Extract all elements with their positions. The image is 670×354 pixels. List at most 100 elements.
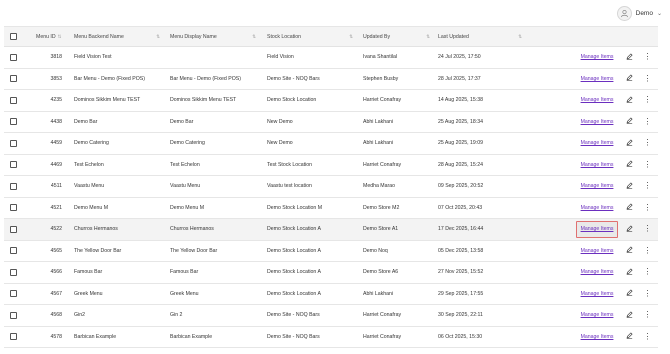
header-backend-name[interactable]: Menu Backend Name ⇅ (74, 27, 160, 46)
menu-id: 4235 (50, 97, 62, 104)
pencil-icon (626, 289, 633, 298)
more-options-button[interactable]: ⋮ (642, 47, 652, 68)
manage-items-link[interactable]: Manage Items (581, 140, 614, 146)
top-bar: Demo ⌄ (0, 0, 670, 26)
edit-button[interactable] (624, 284, 634, 305)
row-checkbox[interactable] (10, 75, 17, 83)
row-checkbox[interactable] (10, 311, 17, 319)
manage-items-link[interactable]: Manage Items (581, 97, 614, 103)
sort-icon: ⇅ (426, 33, 430, 39)
more-options-button[interactable]: ⋮ (642, 305, 652, 326)
edit-button[interactable] (624, 133, 634, 154)
more-options-button[interactable]: ⋮ (642, 133, 652, 154)
stock-location: Demo Stock Location M (267, 204, 323, 211)
menu-backend-name: Churros Hermanos (74, 226, 118, 233)
more-options-button[interactable]: ⋮ (642, 284, 652, 305)
user-menu[interactable]: Demo ⌄ (616, 5, 662, 21)
manage-items-cell: Manage Items (574, 327, 620, 348)
more-options-button[interactable]: ⋮ (642, 155, 652, 176)
last-updated: 14 Aug 2025, 15:38 (438, 97, 483, 104)
manage-items-link[interactable]: Manage Items (581, 248, 614, 254)
row-checkbox[interactable] (10, 290, 17, 298)
menu-display-name: Churros Hermanos (170, 226, 214, 233)
row-checkbox[interactable] (10, 268, 17, 276)
stock-location: Demo Site - NOQ Bars (267, 312, 320, 319)
menu-backend-name: Gin2 (74, 312, 85, 319)
last-updated: 17 Dec 2025, 16:44 (438, 226, 484, 233)
row-checkbox[interactable] (10, 225, 17, 233)
more-options-button[interactable]: ⋮ (642, 90, 652, 111)
manage-items-link[interactable]: Manage Items (581, 291, 614, 297)
row-checkbox[interactable] (10, 247, 17, 255)
updated-by: Medha Marao (363, 183, 396, 190)
manage-items-link[interactable]: Manage Items (581, 76, 614, 82)
header-updated-by[interactable]: Updated By ⇅ (363, 27, 430, 46)
manage-items-link[interactable]: Manage Items (581, 312, 614, 318)
more-options-button[interactable]: ⋮ (642, 219, 652, 240)
more-options-button[interactable]: ⋮ (642, 112, 652, 133)
manage-items-link[interactable]: Manage Items (581, 205, 614, 211)
manage-items-link[interactable]: Manage Items (581, 226, 614, 232)
menu-id: 4565 (50, 247, 62, 254)
menu-id: 4578 (50, 333, 62, 340)
edit-button[interactable] (624, 241, 634, 262)
stock-location: Demo Stock Location A (267, 269, 321, 276)
edit-button[interactable] (624, 112, 634, 133)
row-checkbox[interactable] (10, 139, 17, 147)
row-checkbox[interactable] (10, 161, 17, 169)
manage-items-link[interactable]: Manage Items (581, 334, 614, 340)
edit-button[interactable] (624, 155, 634, 176)
manage-items-cell: Manage Items (574, 112, 620, 133)
manage-items-link[interactable]: Manage Items (581, 269, 614, 275)
more-vertical-icon: ⋮ (643, 181, 652, 191)
more-vertical-icon: ⋮ (643, 52, 652, 62)
updated-by: Stephen Busby (363, 75, 399, 82)
row-select-cell (10, 241, 20, 262)
select-all-checkbox[interactable] (10, 33, 17, 40)
row-checkbox[interactable] (10, 333, 17, 341)
menu-backend-name: Demo Catering (74, 140, 109, 147)
stock-location: New Demo (267, 140, 293, 147)
edit-button[interactable] (624, 176, 634, 197)
last-updated: 06 Oct 2025, 15:30 (438, 333, 483, 340)
pencil-icon (626, 53, 633, 62)
edit-button[interactable] (624, 47, 634, 68)
menu-display-name: Demo Menu M (170, 204, 205, 211)
row-checkbox[interactable] (10, 182, 17, 190)
more-options-button[interactable]: ⋮ (642, 198, 652, 219)
more-options-button[interactable]: ⋮ (642, 176, 652, 197)
row-select-cell (10, 219, 20, 240)
manage-items-link[interactable]: Manage Items (581, 119, 614, 125)
menu-id: 3818 (50, 54, 62, 61)
manage-items-link[interactable]: Manage Items (581, 183, 614, 189)
manage-items-cell: Manage Items (574, 219, 620, 240)
menu-backend-name: Famous Bar (74, 269, 103, 276)
row-checkbox[interactable] (10, 204, 17, 212)
stock-location: Demo Stock Location (267, 97, 317, 104)
row-checkbox[interactable] (10, 53, 17, 61)
edit-button[interactable] (624, 305, 634, 326)
more-options-button[interactable]: ⋮ (642, 241, 652, 262)
more-options-button[interactable]: ⋮ (642, 262, 652, 283)
header-last-updated[interactable]: Last Updated ⇅ (438, 27, 522, 46)
manage-items-link[interactable]: Manage Items (581, 162, 614, 168)
edit-button[interactable] (624, 90, 634, 111)
table-row: 4578 Barbican Example Barbican Example Demo… (4, 326, 658, 348)
header-menu-id[interactable]: Menu ID ⇅ (36, 27, 76, 46)
edit-button[interactable] (624, 262, 634, 283)
menu-backend-name: Dominos Sikkim Menu TEST (74, 97, 141, 104)
menu-backend-name: Test Echelon (74, 161, 104, 168)
more-options-button[interactable]: ⋮ (642, 327, 652, 348)
more-options-button[interactable]: ⋮ (642, 69, 652, 90)
manage-items-link[interactable]: Manage Items (581, 54, 614, 60)
edit-button[interactable] (624, 69, 634, 90)
edit-button[interactable] (624, 198, 634, 219)
menu-id: 3853 (50, 75, 62, 82)
header-stock-location[interactable]: Stock Location ⇅ (267, 27, 353, 46)
row-checkbox[interactable] (10, 96, 17, 104)
edit-button[interactable] (624, 219, 634, 240)
edit-button[interactable] (624, 327, 634, 348)
header-display-name[interactable]: Menu Display Name ⇅ (170, 27, 256, 46)
row-checkbox[interactable] (10, 118, 17, 126)
row-select-cell (10, 112, 20, 133)
